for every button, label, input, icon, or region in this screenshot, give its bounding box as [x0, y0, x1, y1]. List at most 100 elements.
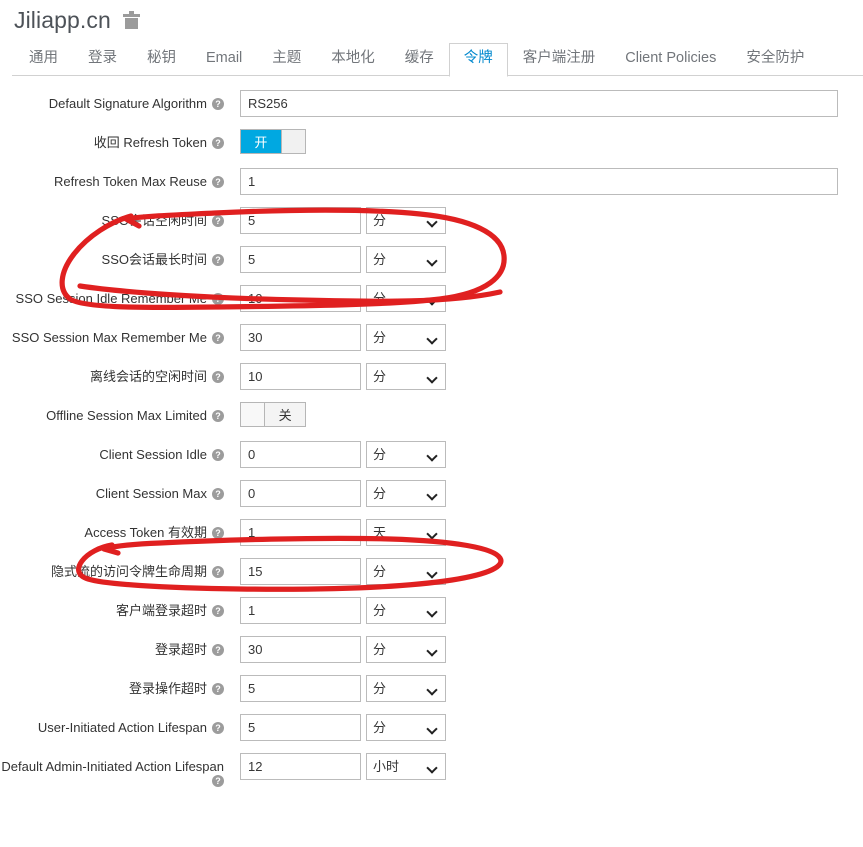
- access-token-lifespan-unit-select[interactable]: 天: [366, 519, 446, 546]
- control-login-action-timeout: 分: [240, 675, 446, 702]
- help-icon[interactable]: ?: [212, 293, 224, 305]
- help-icon[interactable]: ?: [212, 722, 224, 734]
- control-client-login-timeout: 分: [240, 597, 446, 624]
- row-client-session-idle: Client Session Idle ? 分: [0, 441, 863, 468]
- label-sso-session-max-remember-me: SSO Session Max Remember Me ?: [0, 324, 240, 346]
- help-icon[interactable]: ?: [212, 775, 224, 787]
- offline-session-idle-unit-wrap: 分: [366, 363, 446, 390]
- access-token-lifespan-input[interactable]: [240, 519, 361, 546]
- label-sso-session-max: SSO会话最长时间 ?: [0, 246, 240, 268]
- control-login-timeout: 分: [240, 636, 446, 663]
- offline-session-idle-input[interactable]: [240, 363, 361, 390]
- trash-icon[interactable]: [122, 10, 140, 30]
- sso-session-max-unit-select[interactable]: 分: [366, 246, 446, 273]
- tab-keys[interactable]: 秘钥: [132, 43, 191, 76]
- row-login-timeout: 登录超时 ? 分: [0, 636, 863, 663]
- sso-session-idle-remember-me-unit-select[interactable]: 分: [366, 285, 446, 312]
- help-icon[interactable]: ?: [212, 371, 224, 383]
- tab-localization[interactable]: 本地化: [316, 43, 390, 76]
- client-login-timeout-input[interactable]: [240, 597, 361, 624]
- help-icon[interactable]: ?: [212, 644, 224, 656]
- tab-client-policies[interactable]: Client Policies: [610, 43, 731, 76]
- tab-tokens[interactable]: 令牌: [448, 42, 508, 77]
- client-session-idle-input[interactable]: [240, 441, 361, 468]
- default-admin-initiated-action-lifespan-input[interactable]: [240, 753, 361, 780]
- help-icon[interactable]: ?: [212, 566, 224, 578]
- tab-login[interactable]: 登录: [73, 43, 132, 76]
- label-sso-session-idle-remember-me: SSO Session Idle Remember Me ?: [0, 285, 240, 307]
- client-login-timeout-unit-select[interactable]: 分: [366, 597, 446, 624]
- client-session-idle-unit-select[interactable]: 分: [366, 441, 446, 468]
- control-sso-session-max-remember-me: 分: [240, 324, 446, 351]
- row-access-token-lifespan-implicit-flow: 隐式流的访问令牌生命周期 ? 分: [0, 558, 863, 585]
- tab-email[interactable]: Email: [191, 43, 257, 76]
- default-signature-algorithm-input[interactable]: [240, 90, 838, 117]
- tab-cache[interactable]: 缓存: [390, 43, 449, 76]
- row-client-login-timeout: 客户端登录超时 ? 分: [0, 597, 863, 624]
- access-token-lifespan-implicit-flow-unit-select[interactable]: 分: [366, 558, 446, 585]
- help-icon[interactable]: ?: [212, 254, 224, 266]
- help-icon[interactable]: ?: [212, 449, 224, 461]
- label-user-initiated-action-lifespan: User-Initiated Action Lifespan ?: [0, 714, 240, 736]
- revoke-refresh-token-toggle[interactable]: 开: [240, 129, 306, 154]
- trash-lid: [122, 13, 140, 17]
- control-revoke-refresh-token: 开: [240, 129, 306, 154]
- label-default-signature-algorithm: Default Signature Algorithm ?: [0, 90, 240, 112]
- help-icon[interactable]: ?: [212, 176, 224, 188]
- sso-session-idle-remember-me-input[interactable]: [240, 285, 361, 312]
- user-initiated-action-lifespan-unit-select[interactable]: 分: [366, 714, 446, 741]
- access-token-lifespan-implicit-flow-input[interactable]: [240, 558, 361, 585]
- login-timeout-unit-select[interactable]: 分: [366, 636, 446, 663]
- row-sso-session-idle: SSO会话空闲时间 ? 分: [0, 207, 863, 234]
- client-session-max-input[interactable]: [240, 480, 361, 507]
- help-icon[interactable]: ?: [212, 527, 224, 539]
- label-access-token-lifespan-implicit-flow: 隐式流的访问令牌生命周期 ?: [0, 558, 240, 580]
- access-token-lifespan-unit-wrap: 天: [366, 519, 446, 546]
- login-action-timeout-input[interactable]: [240, 675, 361, 702]
- help-icon[interactable]: ?: [212, 605, 224, 617]
- default-admin-initiated-action-lifespan-unit-select[interactable]: 小时: [366, 753, 446, 780]
- help-icon[interactable]: ?: [212, 410, 224, 422]
- sso-session-max-unit-wrap: 分: [366, 246, 446, 273]
- control-offline-session-idle: 分: [240, 363, 446, 390]
- help-icon[interactable]: ?: [212, 137, 224, 149]
- control-refresh-token-max-reuse: [240, 168, 838, 195]
- sso-session-idle-unit-select[interactable]: 分: [366, 207, 446, 234]
- client-session-max-unit-select[interactable]: 分: [366, 480, 446, 507]
- row-client-session-max: Client Session Max ? 分: [0, 480, 863, 507]
- sso-session-idle-input[interactable]: [240, 207, 361, 234]
- sso-session-max-remember-me-input[interactable]: [240, 324, 361, 351]
- offline-session-max-limited-toggle[interactable]: 关: [240, 402, 306, 427]
- help-icon[interactable]: ?: [212, 98, 224, 110]
- sso-session-idle-unit-wrap: 分: [366, 207, 446, 234]
- control-access-token-lifespan: 天: [240, 519, 446, 546]
- login-action-timeout-unit-select[interactable]: 分: [366, 675, 446, 702]
- sso-session-max-remember-me-unit-select[interactable]: 分: [366, 324, 446, 351]
- row-offline-session-idle: 离线会话的空闲时间 ? 分: [0, 363, 863, 390]
- control-default-signature-algorithm: [240, 90, 838, 117]
- login-timeout-unit-wrap: 分: [366, 636, 446, 663]
- tab-client-registration[interactable]: 客户端注册: [508, 43, 611, 76]
- sso-session-max-input[interactable]: [240, 246, 361, 273]
- tab-security-defenses[interactable]: 安全防护: [731, 43, 819, 76]
- sso-session-max-remember-me-unit-wrap: 分: [366, 324, 446, 351]
- help-icon[interactable]: ?: [212, 215, 224, 227]
- sso-session-idle-remember-me-unit-wrap: 分: [366, 285, 446, 312]
- realm-header: Jiliapp.cn: [0, 0, 863, 34]
- help-icon[interactable]: ?: [212, 683, 224, 695]
- row-revoke-refresh-token: 收回 Refresh Token ? 开: [0, 129, 863, 156]
- label-offline-session-max-limited: Offline Session Max Limited ?: [0, 402, 240, 424]
- row-sso-session-idle-remember-me: SSO Session Idle Remember Me ? 分: [0, 285, 863, 312]
- row-sso-session-max-remember-me: SSO Session Max Remember Me ? 分: [0, 324, 863, 351]
- login-timeout-input[interactable]: [240, 636, 361, 663]
- tab-general[interactable]: 通用: [14, 43, 73, 76]
- refresh-token-max-reuse-input[interactable]: [240, 168, 838, 195]
- help-icon[interactable]: ?: [212, 332, 224, 344]
- user-initiated-action-lifespan-input[interactable]: [240, 714, 361, 741]
- offline-session-idle-unit-select[interactable]: 分: [366, 363, 446, 390]
- label-offline-session-idle: 离线会话的空闲时间 ?: [0, 363, 240, 385]
- label-login-timeout: 登录超时 ?: [0, 636, 240, 658]
- control-sso-session-max: 分: [240, 246, 446, 273]
- help-icon[interactable]: ?: [212, 488, 224, 500]
- tab-themes[interactable]: 主题: [257, 43, 316, 76]
